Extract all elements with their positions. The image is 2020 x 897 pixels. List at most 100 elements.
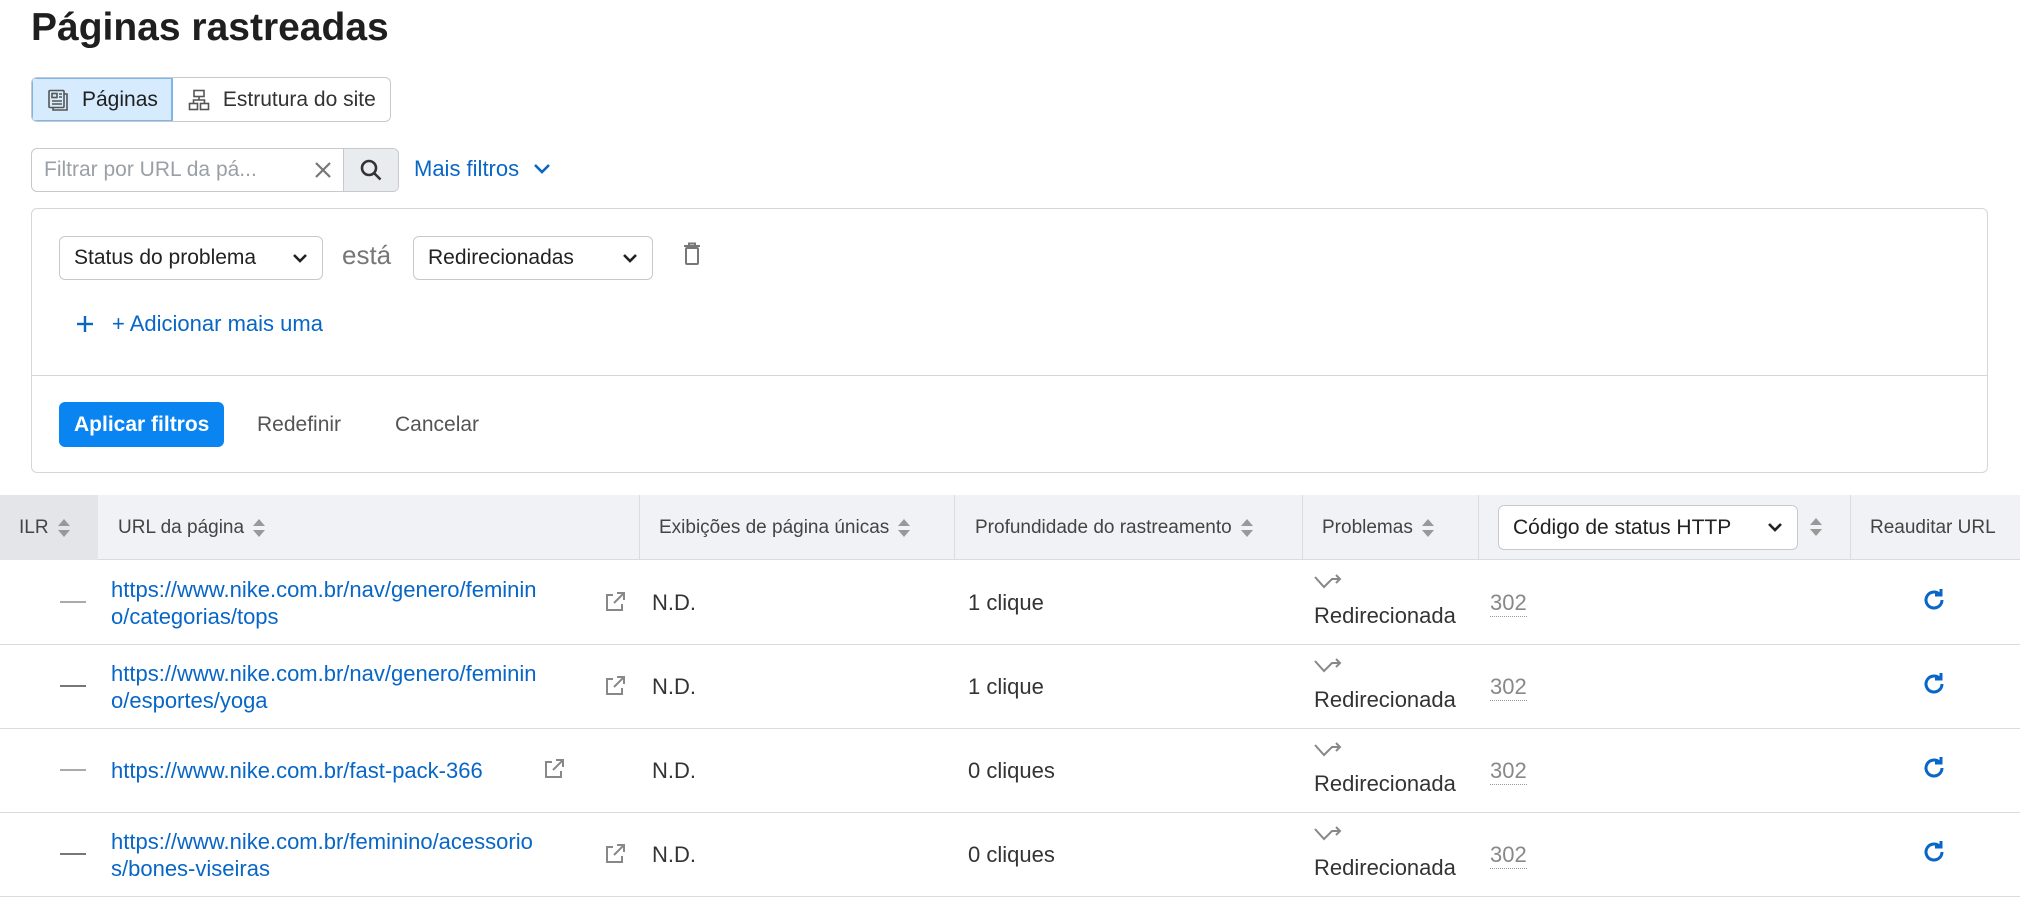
unique-pageviews: N.D. — [652, 590, 696, 615]
refresh-icon[interactable] — [1921, 671, 1947, 697]
url-line: https://www.nike.com.br/fast-pack-366 — [111, 758, 483, 783]
column-divider — [1478, 495, 1479, 560]
more-filters-button[interactable]: Mais filtros — [414, 156, 551, 182]
refresh-icon[interactable] — [1921, 839, 1947, 865]
table-row: https://www.nike.com.br/feminino/acessor… — [0, 813, 2020, 897]
page-url-link[interactable]: https://www.nike.com.br/fast-pack-366 — [111, 757, 483, 784]
plus-icon — [76, 315, 94, 333]
unique-pageviews: N.D. — [652, 842, 696, 867]
table-row: https://www.nike.com.br/nav/genero/femin… — [0, 645, 2020, 729]
redirect-icon — [1314, 742, 1342, 760]
page-url-link[interactable]: https://www.nike.com.br/nav/genero/femin… — [111, 660, 537, 714]
table-row: https://www.nike.com.br/fast-pack-366 N.… — [0, 729, 2020, 813]
column-header-depth[interactable]: Profundidade do rastreamento — [975, 495, 1254, 560]
refresh-icon[interactable] — [1921, 755, 1947, 781]
crawl-depth: 0 cliques — [968, 842, 1055, 867]
filter-operator: está — [342, 240, 392, 270]
issue-label: Redirecionada — [1314, 855, 1456, 880]
pages-view-label: Páginas — [82, 87, 158, 111]
page-url-link[interactable]: https://www.nike.com.br/nav/genero/femin… — [111, 576, 537, 630]
chevron-down-icon — [1767, 522, 1783, 533]
crawl-depth: 1 clique — [968, 674, 1044, 699]
site-structure-view-button[interactable]: Estrutura do site — [173, 78, 390, 121]
refresh-icon[interactable] — [1921, 587, 1947, 613]
redirect-icon — [1314, 574, 1342, 592]
url-line: https://www.nike.com.br/nav/genero/femin… — [111, 661, 537, 686]
trash-icon[interactable] — [680, 241, 704, 267]
column-header-ilr[interactable]: ILR — [0, 495, 98, 560]
add-filter-label: + Adicionar mais uma — [112, 311, 323, 336]
url-line: o/categorias/tops — [111, 604, 279, 629]
search-icon — [359, 158, 383, 182]
table-header: ILR URL da página Exibições de página ún… — [0, 495, 2020, 560]
column-header-views[interactable]: Exibições de página únicas — [659, 495, 911, 560]
redirect-icon — [1314, 658, 1342, 676]
column-header-label: Problemas — [1322, 516, 1413, 538]
issue-label: Redirecionada — [1314, 603, 1456, 628]
external-link-icon[interactable] — [604, 843, 626, 865]
ilr-empty-dash — [60, 685, 86, 687]
http-status-code[interactable]: 302 — [1490, 674, 1527, 701]
issue-label: Redirecionada — [1314, 771, 1456, 796]
pages-view-button[interactable]: Páginas — [32, 78, 173, 121]
site-structure-view-label: Estrutura do site — [222, 87, 376, 111]
search-button[interactable] — [343, 149, 398, 191]
page-title: Páginas rastreadas — [31, 6, 389, 49]
table-row: https://www.nike.com.br/nav/genero/femin… — [0, 561, 2020, 645]
filter-field-select[interactable]: Status do problema — [59, 236, 323, 280]
chevron-down-icon — [533, 163, 551, 175]
ilr-empty-dash — [60, 601, 86, 603]
http-status-column-select[interactable]: Código de status HTTP — [1498, 505, 1798, 550]
filter-field-value: Status do problema — [74, 246, 257, 269]
chevron-down-icon — [622, 253, 638, 264]
panel-divider — [32, 375, 1987, 376]
more-filters-label: Mais filtros — [414, 156, 520, 181]
column-header-label: URL da página — [118, 516, 245, 538]
column-divider — [1302, 495, 1303, 560]
unique-pageviews: N.D. — [652, 758, 696, 783]
column-header-label: ILR — [19, 516, 49, 538]
column-divider — [639, 495, 640, 560]
crawl-depth: 0 cliques — [968, 758, 1055, 783]
sort-icon — [1421, 518, 1435, 538]
chevron-down-icon — [292, 253, 308, 264]
column-header-issues[interactable]: Problemas — [1322, 495, 1435, 560]
view-toggle: Páginas Estrutura do site — [31, 77, 391, 122]
sort-icon — [252, 518, 266, 538]
column-header-url[interactable]: URL da página — [118, 495, 266, 560]
apply-filters-button[interactable]: Aplicar filtros — [59, 402, 225, 447]
column-divider — [954, 495, 955, 560]
sort-icon — [1240, 518, 1254, 538]
ilr-empty-dash — [60, 853, 86, 855]
filter-value-select[interactable]: Redirecionadas — [413, 236, 653, 280]
site-structure-icon — [187, 88, 211, 112]
url-line: https://www.nike.com.br/feminino/acessor… — [111, 829, 533, 854]
external-link-icon[interactable] — [604, 675, 626, 697]
column-divider — [1850, 495, 1851, 560]
column-header-label: Exibições de página únicas — [659, 516, 890, 538]
crawl-depth: 1 clique — [968, 590, 1044, 615]
external-link-icon[interactable] — [543, 758, 565, 780]
pages-icon — [46, 88, 70, 112]
column-header-reaudit: Reauditar URL — [1870, 495, 1996, 560]
sort-icon — [57, 518, 71, 538]
add-filter-button[interactable]: + Adicionar mais uma — [76, 311, 323, 337]
url-filter: Filtrar por URL da pá... — [31, 148, 399, 192]
sort-icon — [897, 518, 911, 538]
column-header-label: Profundidade do rastreamento — [975, 516, 1232, 538]
url-line: https://www.nike.com.br/nav/genero/femin… — [111, 577, 537, 602]
external-link-icon[interactable] — [604, 591, 626, 613]
reset-button[interactable]: Redefinir — [257, 402, 341, 447]
cancel-button[interactable]: Cancelar — [395, 402, 479, 447]
unique-pageviews: N.D. — [652, 674, 696, 699]
url-filter-input[interactable]: Filtrar por URL da pá... — [32, 149, 303, 191]
clear-icon[interactable] — [303, 149, 343, 191]
ilr-empty-dash — [60, 769, 86, 771]
http-status-code[interactable]: 302 — [1490, 842, 1527, 869]
url-line: s/bones-viseiras — [111, 856, 270, 881]
page-url-link[interactable]: https://www.nike.com.br/feminino/acessor… — [111, 828, 533, 882]
http-status-code[interactable]: 302 — [1490, 758, 1527, 785]
http-status-code[interactable]: 302 — [1490, 590, 1527, 617]
sort-icon[interactable] — [1809, 517, 1823, 537]
redirect-icon — [1314, 826, 1342, 844]
